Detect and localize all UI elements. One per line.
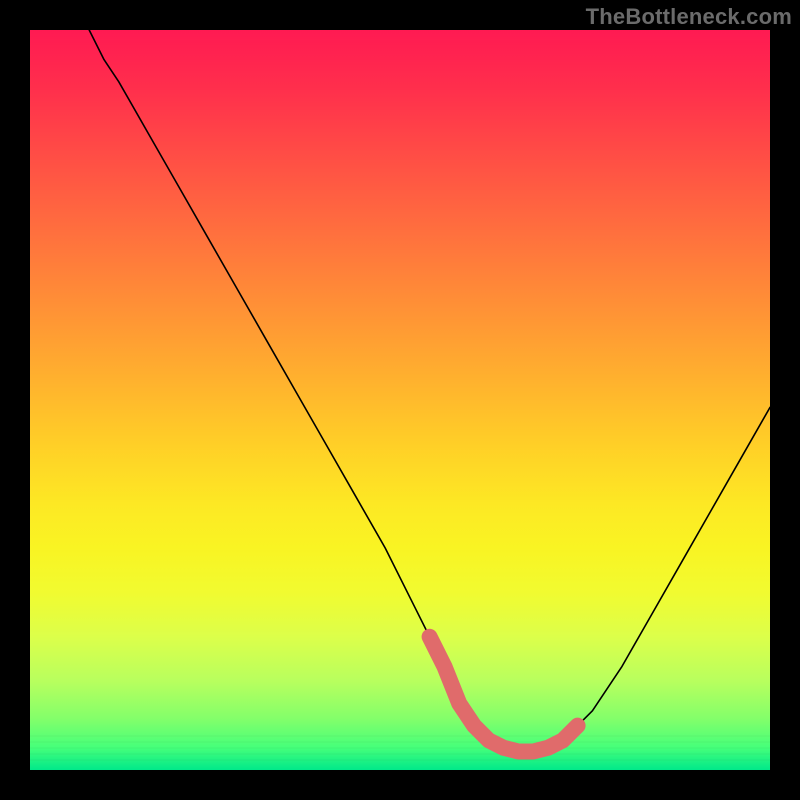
chart-root: TheBottleneck.com bbox=[0, 0, 800, 800]
min-region-highlight bbox=[430, 637, 578, 752]
plot-area bbox=[30, 30, 770, 770]
curve-layer bbox=[30, 30, 770, 770]
bottom-stripes bbox=[30, 736, 770, 760]
watermark-text: TheBottleneck.com bbox=[586, 4, 792, 30]
